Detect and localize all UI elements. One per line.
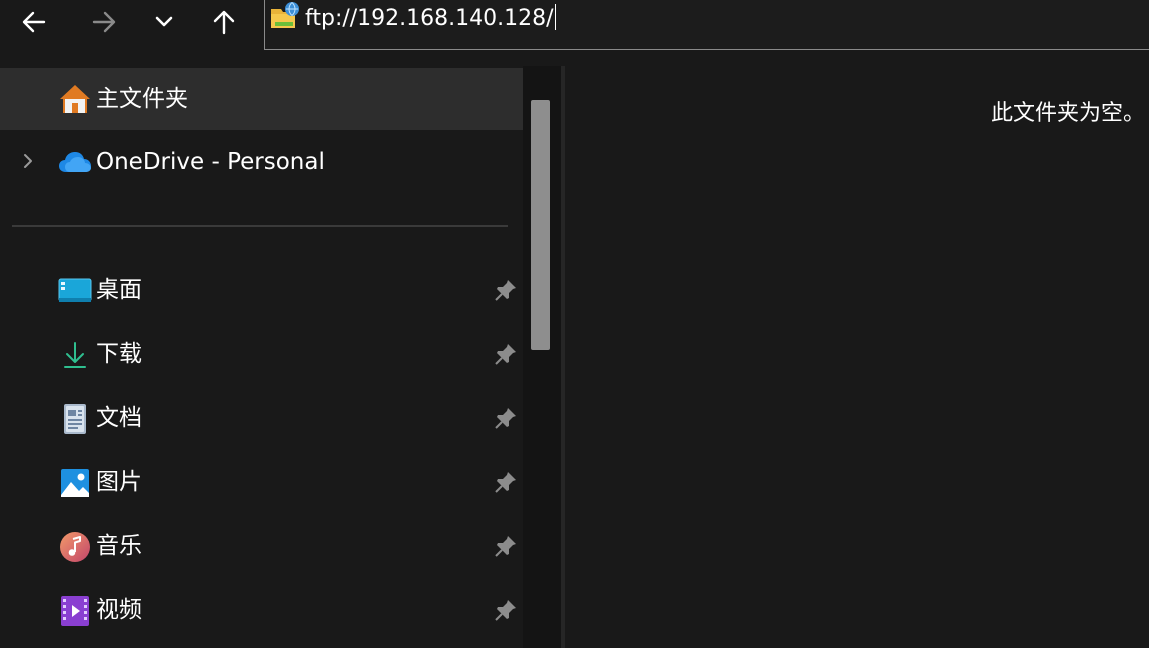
file-list-pane[interactable]: 此文件夹为空。 (565, 56, 1149, 648)
sidebar-divider (12, 225, 508, 227)
sidebar-item-home[interactable]: 主文件夹 (0, 68, 523, 130)
address-bar[interactable]: ftp://192.168.140.128/ (264, 0, 1149, 50)
sidebar-item-desktop[interactable]: 桌面 (0, 259, 523, 321)
sidebar-item-documents[interactable]: 文档 (0, 387, 523, 449)
arrow-right-icon (92, 11, 116, 33)
sidebar-item-label: 主文件夹 (96, 86, 188, 112)
sidebar-item-label: OneDrive - Personal (96, 149, 325, 175)
sidebar-item-pictures[interactable]: 图片 (0, 451, 523, 513)
sidebar-item-label: 文档 (96, 405, 142, 431)
sidebar-item-music[interactable]: 音乐 (0, 515, 523, 577)
home-icon (58, 82, 92, 116)
pictures-icon (58, 466, 92, 500)
back-button[interactable] (12, 2, 56, 42)
sidebar-item-label: 音乐 (96, 533, 142, 559)
up-button[interactable] (202, 2, 246, 42)
arrow-left-icon (22, 11, 46, 33)
address-path-text: ftp://192.168.140.128/ (305, 6, 554, 31)
recent-locations-button[interactable] (142, 2, 186, 42)
desktop-icon (58, 274, 92, 308)
pin-icon[interactable] (494, 534, 518, 558)
sidebar-item-label: 桌面 (96, 277, 142, 303)
chevron-down-icon (155, 16, 173, 27)
sidebar-item-videos[interactable]: 视频 (0, 579, 523, 641)
navigation-pane: 主文件夹 OneDrive - Personal 桌面 下载 文档 图片 音乐 … (0, 66, 523, 648)
music-icon (58, 530, 92, 564)
sidebar-item-label: 下载 (96, 341, 142, 367)
sidebar-item-label: 图片 (96, 469, 142, 495)
sidebar-item-label: 视频 (96, 597, 142, 623)
forward-button[interactable] (82, 2, 126, 42)
pin-icon[interactable] (494, 470, 518, 494)
pin-icon[interactable] (494, 406, 518, 430)
pin-icon[interactable] (494, 598, 518, 622)
videos-icon (58, 594, 92, 628)
text-caret (554, 4, 556, 30)
sidebar-scrollbar-thumb[interactable] (531, 100, 550, 350)
empty-folder-message: 此文件夹为空。 (990, 101, 1145, 126)
pin-icon[interactable] (494, 342, 518, 366)
sidebar-item-downloads[interactable]: 下载 (0, 323, 523, 385)
download-icon (58, 338, 92, 372)
arrow-up-icon (213, 10, 235, 35)
onedrive-cloud-icon (58, 145, 92, 179)
navigation-toolbar: ftp://192.168.140.128/ (0, 0, 1149, 56)
pin-icon[interactable] (494, 278, 518, 302)
address-input[interactable]: ftp://192.168.140.128/ (305, 4, 556, 33)
documents-icon (58, 402, 92, 436)
ftp-folder-icon (271, 2, 299, 28)
chevron-right-icon[interactable] (18, 151, 38, 171)
sidebar-item-onedrive[interactable]: OneDrive - Personal (0, 131, 523, 193)
